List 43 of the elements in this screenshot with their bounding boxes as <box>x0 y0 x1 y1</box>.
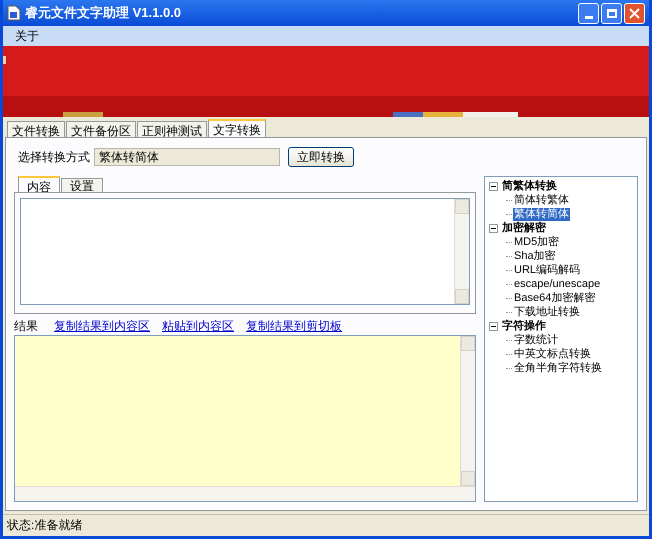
tree-item[interactable]: 字数统计 <box>513 334 559 346</box>
tab[interactable]: 文件转换 <box>7 121 65 137</box>
tree-item[interactable]: Sha加密 <box>513 250 557 262</box>
tab[interactable]: 文字转换 <box>208 119 266 137</box>
content-field[interactable] <box>20 198 470 305</box>
tree-item[interactable]: 中英文标点转换 <box>513 348 592 360</box>
tree-group[interactable]: 简繁体转换 <box>502 180 557 192</box>
status-text: 状态:准备就绪 <box>7 516 82 534</box>
tree-item[interactable]: 简体转繁体 <box>513 194 570 206</box>
tree-group[interactable]: 字符操作 <box>502 320 546 332</box>
tab[interactable]: 正则神测试 <box>137 121 207 137</box>
tree-item[interactable]: MD5加密 <box>513 236 560 248</box>
maximize-button[interactable] <box>601 2 622 24</box>
document-icon <box>7 5 21 21</box>
tree-item[interactable]: escape/unescape <box>513 278 602 290</box>
tab[interactable]: 文件备份区 <box>66 121 136 137</box>
collapse-icon[interactable] <box>489 224 498 232</box>
close-button[interactable] <box>624 2 645 24</box>
mode-label: 选择转换方式 <box>18 149 90 166</box>
tree-item[interactable]: URL编码解码 <box>513 264 582 276</box>
tree-item[interactable]: 下载地址转换 <box>513 306 581 318</box>
window-title: 睿元文件文字助理 V1.1.0.0 <box>25 4 182 22</box>
tree-item[interactable]: 全角半角字符转换 <box>513 362 603 374</box>
collapse-icon[interactable] <box>489 322 498 330</box>
tree-item[interactable]: 繁体转简体 <box>513 208 570 220</box>
scrollbar[interactable] <box>454 199 469 304</box>
convert-button[interactable]: 立即转换 <box>288 147 354 167</box>
link[interactable]: 复制结果到内容区 <box>54 317 150 335</box>
tree-group[interactable]: 加密解密 <box>502 222 546 234</box>
scrollbar[interactable] <box>15 486 475 501</box>
scrollbar[interactable] <box>460 336 475 486</box>
mode-field[interactable]: 繁体转简体 <box>94 148 280 166</box>
tab[interactable]: 设置 <box>61 178 103 192</box>
link[interactable]: 复制结果到剪切板 <box>246 317 342 335</box>
menu-item[interactable]: 关于 <box>11 27 43 45</box>
collapse-icon[interactable] <box>489 182 498 190</box>
result-label: 结果 <box>14 318 38 335</box>
tab[interactable]: 内容 <box>18 176 60 192</box>
result-field[interactable] <box>14 335 476 502</box>
tree-item[interactable]: Base64加密解密 <box>513 292 596 304</box>
link[interactable]: 粘贴到内容区 <box>162 317 234 335</box>
minimize-button[interactable] <box>578 2 599 24</box>
close-icon <box>629 8 640 18</box>
